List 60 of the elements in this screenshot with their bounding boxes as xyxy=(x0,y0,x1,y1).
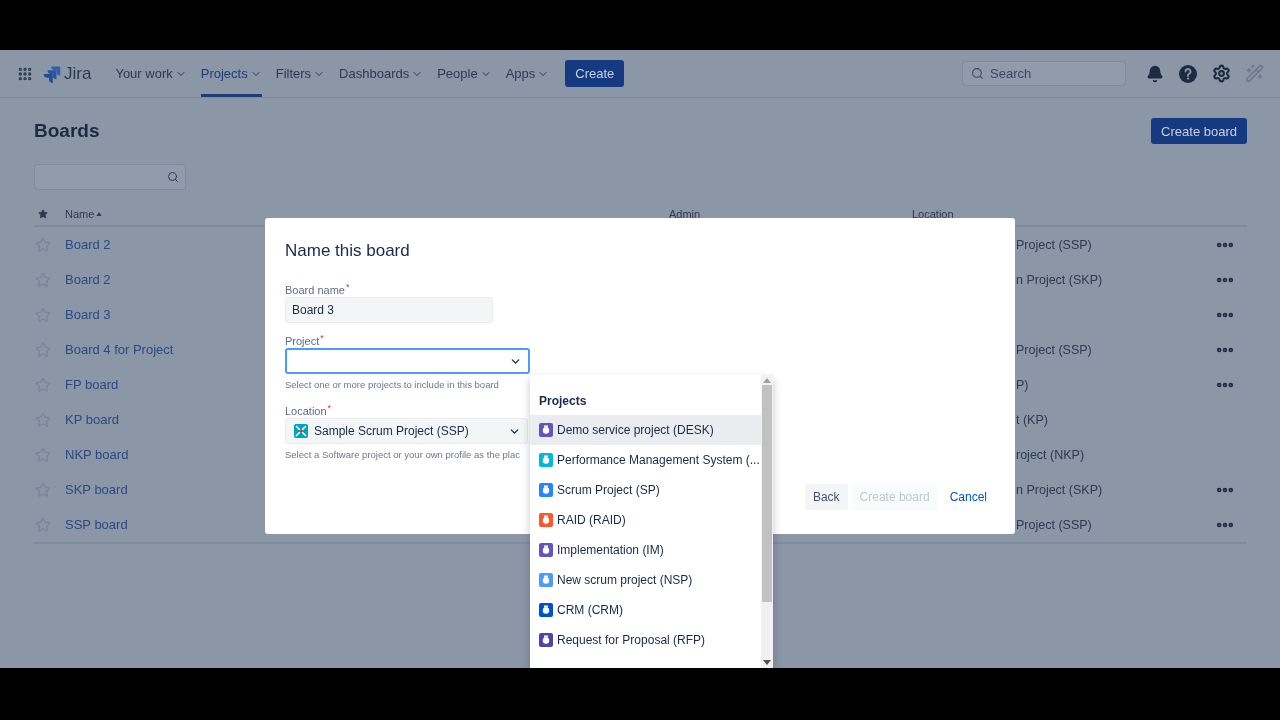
cancel-button[interactable]: Cancel xyxy=(941,484,995,510)
helper-text: Select one or more projects to include in this board xyxy=(285,378,499,392)
helper-text: Select a Software project or your own profile as the plac xyxy=(285,448,520,462)
help-icon[interactable] xyxy=(1178,63,1198,84)
settings-icon[interactable] xyxy=(1212,64,1231,83)
project-option[interactable]: Performance Management System (... xyxy=(530,445,761,475)
board-link[interactable]: NKP board xyxy=(65,447,129,462)
table-cell: Project (SSP) xyxy=(1016,517,1092,532)
nav-menu-item[interactable]: Filters xyxy=(275,50,326,97)
board-link[interactable]: SSP board xyxy=(65,517,128,532)
board-link[interactable]: Board 3 xyxy=(65,307,111,322)
bell-icon[interactable] xyxy=(1146,64,1164,83)
star-icon xyxy=(38,209,48,219)
table-cell: Project (SSP) xyxy=(1016,342,1092,357)
nav-menu-item[interactable]: People xyxy=(437,50,492,97)
dropdown-heading: Projects xyxy=(538,393,588,410)
page-title: Boards xyxy=(34,120,100,142)
board-link[interactable]: KP board xyxy=(65,412,119,427)
app-grid-icon[interactable] xyxy=(17,65,33,82)
table-cell: P) xyxy=(1016,377,1029,392)
table-cell: Project (SSP) xyxy=(1016,237,1092,252)
select-field[interactable] xyxy=(285,348,530,374)
field-label: Board name$^{*}$ xyxy=(285,283,350,297)
board-link[interactable]: Board 4 for Project xyxy=(65,342,174,357)
table-cell: n Project (SKP) xyxy=(1016,272,1103,287)
search-icon xyxy=(167,171,179,183)
scrollbar[interactable] xyxy=(761,375,773,668)
back-button[interactable]: Back xyxy=(804,484,848,510)
create-board-button[interactable]: Create board xyxy=(1151,118,1247,144)
field-label: Project$^{*}$ xyxy=(285,334,324,348)
board-link[interactable]: Board 2 xyxy=(65,237,111,252)
scroll-up-icon[interactable] xyxy=(763,378,771,383)
table-cell: t (KP) xyxy=(1016,412,1048,427)
scroll-down-icon[interactable] xyxy=(763,660,771,665)
wand-icon[interactable] xyxy=(1245,64,1264,83)
board-link[interactable]: SKP board xyxy=(65,482,128,497)
search-icon xyxy=(971,67,984,80)
nav-menu-item[interactable]: Your work xyxy=(115,50,187,97)
board-search-field[interactable] xyxy=(34,164,186,190)
search-field[interactable]: Search xyxy=(962,61,1126,86)
jira-logo-icon xyxy=(43,64,61,83)
board-link[interactable]: FP board xyxy=(65,377,119,392)
nav-menu-item[interactable]: Projects xyxy=(200,50,262,97)
project-option[interactable]: Demo service project (DESK) xyxy=(530,415,761,445)
sort-icon[interactable] xyxy=(96,211,103,217)
column-header: Admin xyxy=(669,208,701,220)
dialog-title: Name this board xyxy=(285,240,411,262)
project-icon xyxy=(294,424,308,438)
jira-logo-text[interactable]: Jira xyxy=(64,63,92,84)
field-label: Location$^{*}$ xyxy=(285,404,332,418)
nav-menu-item[interactable]: Dashboards xyxy=(339,50,424,97)
column-header: Location xyxy=(912,208,954,220)
create-button[interactable]: Create xyxy=(565,60,625,87)
table-cell: roject (NKP) xyxy=(1016,447,1085,462)
table-cell: n Project (SKP) xyxy=(1016,482,1103,497)
board-link[interactable]: Board 2 xyxy=(65,272,111,287)
select-field[interactable]: Sample Scrum Project (SSP) xyxy=(285,418,528,444)
column-header[interactable]: Name xyxy=(65,208,95,220)
nav-menu-item[interactable]: Apps xyxy=(505,50,550,97)
board-name-field[interactable]: Board 3 xyxy=(285,297,493,323)
